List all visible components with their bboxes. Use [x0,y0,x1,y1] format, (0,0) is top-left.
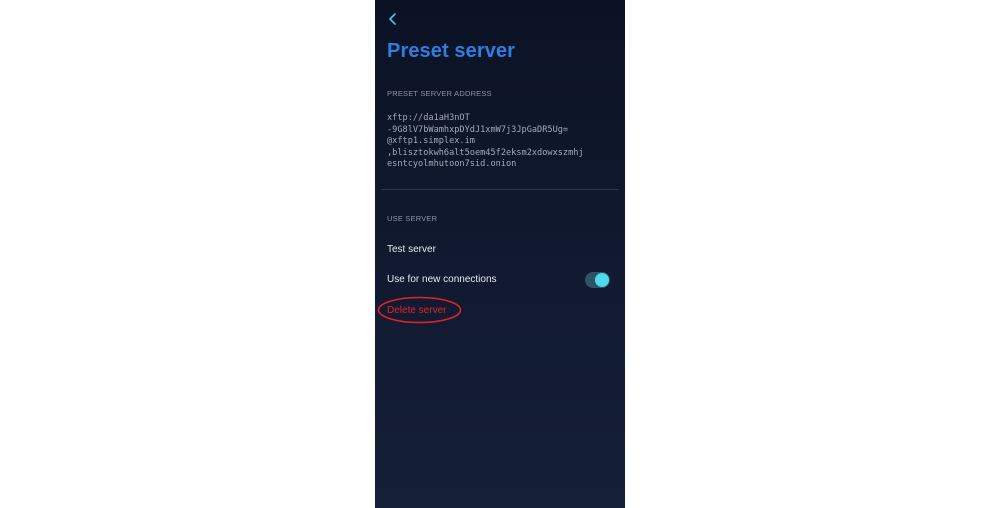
back-button[interactable] [384,10,402,28]
server-address-line: esntcyolmhutoon7sid.onion [387,159,517,169]
page-title: Preset server [387,40,516,62]
server-address-line: -9G8lV7bWamhxpDYdJ1xmW7j3JpGaDR5Ug= [387,124,569,135]
chevron-left-icon [389,13,396,25]
server-address-line: @xftp1.simplex.im [387,136,475,146]
preset-server-address-label: PRESET SERVER ADDRESS [387,89,492,98]
server-address-line: ,blisztokwh6alt5oem45f2eksm2xdowxszmhj [387,147,584,158]
use-for-new-connections-label: Use for new connections [387,274,497,285]
delete-server-button[interactable]: Delete server [387,305,446,316]
server-address: xftp://da1aH3nOT -9G8lV7bWamhxpDYdJ1xmW7… [387,113,619,171]
section-divider [381,189,619,190]
use-server-label: USE SERVER [387,214,438,223]
app-screen: Preset server PRESET SERVER ADDRESS xftp… [375,0,625,508]
toggle-knob [595,273,609,287]
server-address-line: xftp://da1aH3nOT [387,113,470,123]
use-for-new-connections-toggle[interactable] [585,272,610,288]
test-server-button[interactable]: Test server [387,244,436,255]
